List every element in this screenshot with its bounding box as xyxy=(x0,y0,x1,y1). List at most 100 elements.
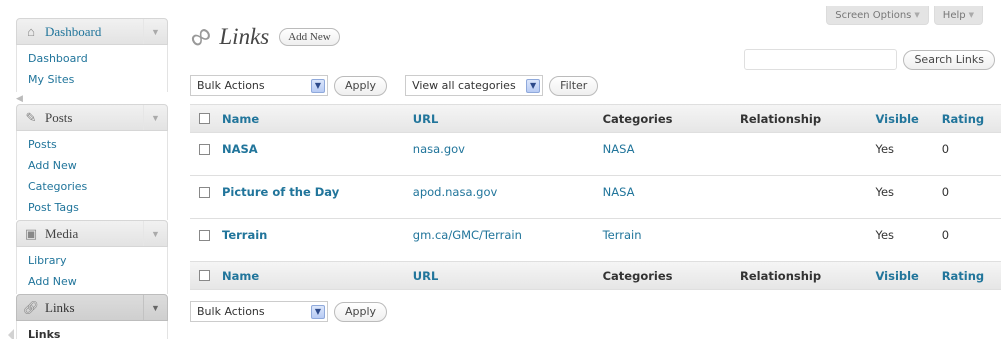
menu-separator: ◀ xyxy=(16,92,168,104)
menu-links[interactable]: 🔗︎ Links ▼ xyxy=(16,294,168,321)
column-footer-categories: Categories xyxy=(602,268,673,283)
menu-toggle-icon[interactable]: ▼ xyxy=(143,221,167,246)
column-footer-relationship: Relationship xyxy=(740,268,822,283)
search-box: Search Links xyxy=(744,49,995,70)
tablenav-bottom: Bulk Actions ▼ Apply xyxy=(190,301,388,322)
row-checkbox[interactable] xyxy=(199,187,210,198)
page-title: Links xyxy=(219,24,270,49)
column-header-name[interactable]: Name xyxy=(222,112,413,126)
submenu-item-links[interactable]: Links xyxy=(8,324,167,339)
link-name[interactable]: NASA xyxy=(222,142,413,156)
screen-options-label: Screen Options xyxy=(835,9,912,21)
category-filter-select[interactable]: View all categories ▼ xyxy=(405,75,544,96)
add-new-button[interactable]: Add New xyxy=(279,28,340,46)
bulk-actions-select[interactable]: Bulk Actions ▼ xyxy=(190,75,328,96)
current-indicator-icon xyxy=(8,329,14,339)
menu-media-label: Media xyxy=(45,225,79,241)
submenu-item-posts[interactable]: Posts xyxy=(17,134,167,155)
link-rating: 0 xyxy=(941,185,950,199)
posts-submenu: Posts Add New Categories Post Tags xyxy=(16,131,168,220)
bulk-actions-value: Bulk Actions xyxy=(197,79,265,92)
pushpin-icon: ✎ xyxy=(25,109,37,125)
search-input[interactable] xyxy=(744,49,898,70)
link-rating: 0 xyxy=(941,228,950,242)
table-row: Terrain gm.ca/GMC/Terrain Terrain Yes 0 xyxy=(190,219,1001,262)
bulk-actions-select-bottom[interactable]: Bulk Actions ▼ xyxy=(190,301,328,322)
row-checkbox[interactable] xyxy=(199,144,210,155)
help-button[interactable]: Help ▼ xyxy=(933,6,983,25)
row-checkbox[interactable] xyxy=(199,230,210,241)
apply-button[interactable]: Apply xyxy=(334,75,388,96)
menu-dashboard[interactable]: ⌂ Dashboard ▼ xyxy=(16,18,168,45)
dropdown-arrow-icon: ▼ xyxy=(311,78,325,93)
menu-posts[interactable]: ✎ Posts ▼ xyxy=(16,104,168,131)
admin-sidebar: ⌂ Dashboard ▼ Dashboard My Sites ◀ ✎ Pos… xyxy=(8,18,168,339)
menu-dashboard-label: Dashboard xyxy=(45,23,102,39)
bulk-actions-value: Bulk Actions xyxy=(197,305,265,318)
home-icon: ⌂ xyxy=(27,23,35,39)
menu-toggle-icon[interactable]: ▼ xyxy=(143,105,167,130)
submenu-item-add-new-post[interactable]: Add New xyxy=(17,155,167,176)
link-name[interactable]: Terrain xyxy=(222,228,413,242)
links-table: Name URL Categories Relationship Visible… xyxy=(190,104,1001,290)
link-visible: Yes xyxy=(875,228,895,242)
column-header-relationship: Relationship xyxy=(740,111,822,126)
column-header-visible[interactable]: Visible xyxy=(875,112,941,126)
submenu-item-dashboard[interactable]: Dashboard xyxy=(17,48,167,69)
media-submenu: Library Add New xyxy=(16,247,168,294)
table-footer: Name URL Categories Relationship Visible… xyxy=(190,262,1001,290)
column-header-categories: Categories xyxy=(602,111,673,126)
screen-options-button[interactable]: Screen Options ▼ xyxy=(826,6,929,25)
link-category[interactable]: NASA xyxy=(603,142,740,156)
submenu-item-post-tags[interactable]: Post Tags xyxy=(17,197,167,218)
column-footer-rating[interactable]: Rating xyxy=(942,269,1001,283)
help-label: Help xyxy=(942,9,966,21)
link-rating: 0 xyxy=(941,142,950,156)
tablenav-top: Bulk Actions ▼ Apply View all categories… xyxy=(190,75,599,96)
link-category[interactable]: NASA xyxy=(603,185,740,199)
column-footer-name[interactable]: Name xyxy=(222,269,413,283)
submenu-item-add-new-media[interactable]: Add New xyxy=(17,271,167,292)
page-header: ∞ Links Add New xyxy=(182,17,340,56)
dashboard-submenu: Dashboard My Sites xyxy=(16,45,168,92)
link-url[interactable]: gm.ca/GMC/Terrain xyxy=(413,228,603,242)
menu-links-label: Links xyxy=(45,299,75,315)
table-row: Picture of the Day apod.nasa.gov NASA Ye… xyxy=(190,176,1001,219)
table-row: NASA nasa.gov NASA Yes 0 xyxy=(190,133,1001,176)
table-header: Name URL Categories Relationship Visible… xyxy=(190,105,1001,133)
collapse-icon[interactable]: ◀ xyxy=(16,93,23,104)
menu-toggle-icon[interactable]: ▼ xyxy=(143,19,167,44)
menu-posts-label: Posts xyxy=(45,109,73,125)
submenu-item-categories[interactable]: Categories xyxy=(17,176,167,197)
category-filter-value: View all categories xyxy=(412,79,516,92)
chevron-down-icon: ▼ xyxy=(968,11,974,19)
submenu-item-library[interactable]: Library xyxy=(17,250,167,271)
column-header-url[interactable]: URL xyxy=(413,112,603,126)
link-name[interactable]: Picture of the Day xyxy=(222,185,413,199)
submenu-item-links-label: Links xyxy=(28,328,61,339)
select-all-checkbox[interactable] xyxy=(199,113,210,124)
chevron-down-icon: ▼ xyxy=(914,11,920,19)
filter-button[interactable]: Filter xyxy=(549,75,599,96)
column-header-rating[interactable]: Rating xyxy=(942,112,1001,126)
link-category[interactable]: Terrain xyxy=(603,228,740,242)
link-visible: Yes xyxy=(875,185,895,199)
column-footer-visible[interactable]: Visible xyxy=(875,269,941,283)
column-footer-url[interactable]: URL xyxy=(413,269,603,283)
media-icon: ▣ xyxy=(24,225,38,241)
menu-media[interactable]: ▣ Media ▼ xyxy=(16,220,168,247)
link-url[interactable]: apod.nasa.gov xyxy=(413,185,603,199)
search-links-button[interactable]: Search Links xyxy=(903,49,995,70)
link-visible: Yes xyxy=(875,142,895,156)
menu-toggle-icon[interactable]: ▼ xyxy=(143,295,167,320)
links-submenu: Links xyxy=(8,321,168,339)
link-icon: 🔗︎ xyxy=(22,299,40,315)
link-icon: ∞ xyxy=(182,16,219,57)
dropdown-arrow-icon: ▼ xyxy=(526,78,541,93)
link-url[interactable]: nasa.gov xyxy=(413,142,603,156)
screen-meta: Screen Options ▼ Help ▼ xyxy=(826,6,983,25)
submenu-item-my-sites[interactable]: My Sites xyxy=(17,69,167,90)
dropdown-arrow-icon: ▼ xyxy=(311,304,325,319)
select-all-checkbox[interactable] xyxy=(199,270,210,281)
apply-button-bottom[interactable]: Apply xyxy=(334,301,388,322)
